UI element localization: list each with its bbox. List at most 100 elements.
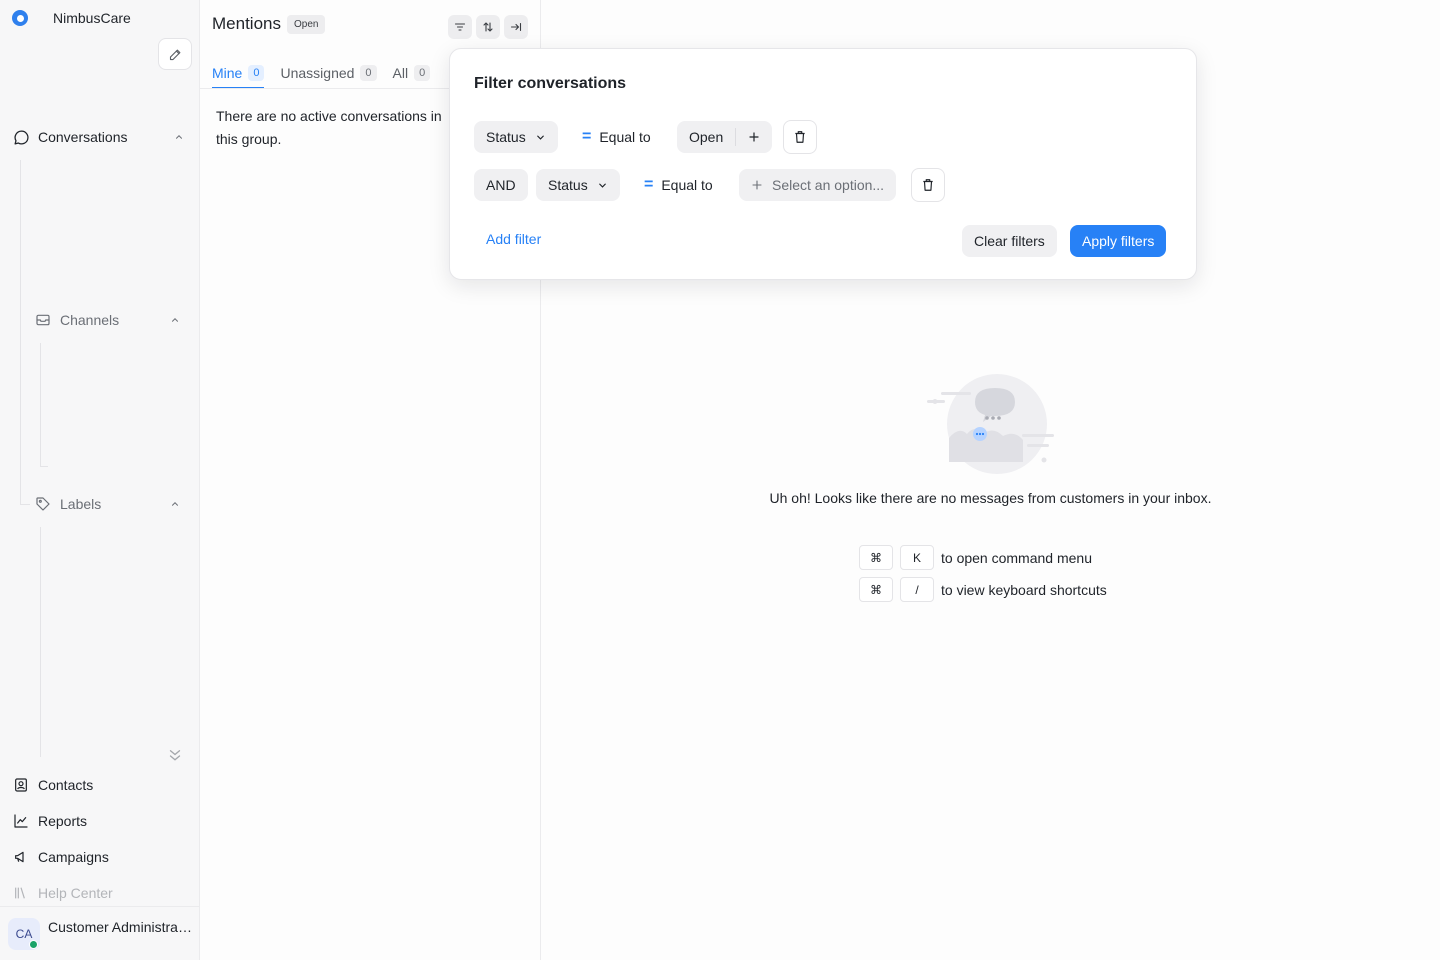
tree-line: [20, 160, 21, 504]
key-cap: /: [900, 577, 934, 602]
status-badge[interactable]: Open: [286, 14, 326, 34]
tree-line: [20, 504, 30, 505]
sidebar-item-reports[interactable]: Reports: [12, 809, 87, 833]
empty-inbox-illustration-icon: [927, 374, 1054, 474]
shortcut-text: to open command menu: [941, 549, 1092, 566]
filter-operator-value: Equal to: [661, 177, 713, 193]
empty-inbox-message: Uh oh! Looks like there are no messages …: [769, 490, 1212, 506]
tab-all[interactable]: All 0: [393, 58, 431, 88]
key-cap: ⌘: [859, 545, 893, 570]
shortcut-row: ⌘ K to open command menu: [859, 545, 1092, 570]
add-filter-button[interactable]: Add filter: [486, 231, 541, 247]
sidebar-item-help-center[interactable]: Help Center: [12, 881, 113, 905]
delete-filter-button[interactable]: [911, 168, 945, 202]
sidebar-item-label: Contacts: [38, 777, 94, 793]
empty-list-text: There are no active conversations in thi…: [216, 108, 442, 147]
arrow-to-right-icon: [510, 22, 522, 32]
user-name: Customer Administrator: [48, 918, 192, 935]
delete-filter-button[interactable]: [783, 120, 817, 154]
chevron-up-icon: [170, 496, 180, 512]
pencil-icon: [169, 49, 180, 60]
filter-button[interactable]: [448, 15, 472, 39]
sidebar-group-channels[interactable]: Channels: [34, 308, 184, 332]
chat-bubble-icon: [12, 128, 30, 146]
equals-icon: =: [644, 176, 654, 193]
filter-attribute-select[interactable]: Status: [536, 169, 620, 201]
tab-mine[interactable]: Mine 0: [212, 58, 265, 89]
tab-count: 0: [414, 65, 431, 81]
chevron-down-icon: [535, 132, 546, 143]
filter-icon: [454, 23, 466, 31]
trash-icon: [923, 179, 933, 191]
sidebar-group-conversations[interactable]: Conversations: [12, 125, 188, 149]
sort-icon: [483, 22, 493, 32]
list-header-actions: [448, 15, 528, 39]
tree-line: [40, 466, 48, 467]
filter-attribute-value: Status: [548, 177, 588, 193]
page-title: Mentions: [212, 14, 281, 33]
filter-conjunction-value: AND: [486, 177, 516, 193]
filter-operator-select[interactable]: = Equal to: [644, 169, 713, 201]
chevron-up-icon: [174, 129, 184, 145]
sidebar: NimbusCare Conversations Channels Labels: [0, 0, 200, 960]
filter-attribute-value: Status: [486, 129, 526, 145]
plus-icon: [751, 179, 763, 191]
tree-line: [40, 343, 41, 466]
sort-button[interactable]: [476, 15, 500, 39]
filter-value-select[interactable]: Select an option...: [739, 169, 897, 201]
chevron-down-icon: [597, 180, 608, 191]
tab-label: All: [392, 65, 409, 81]
filter-value-placeholder: Select an option...: [772, 177, 885, 193]
avatar: CA: [8, 917, 40, 950]
sidebar-item-label: Help Center: [38, 885, 113, 901]
apply-filters-button[interactable]: Apply filters: [1070, 225, 1167, 257]
filter-conjunction-select[interactable]: AND: [474, 169, 528, 201]
filter-value-tag: Open: [689, 129, 724, 145]
online-status-dot: [29, 939, 38, 949]
collapse-panel-button[interactable]: [504, 15, 528, 39]
tab-count: 0: [248, 65, 265, 81]
sidebar-item-contacts[interactable]: Contacts: [12, 773, 93, 797]
brand-logo: [12, 10, 28, 26]
sidebar-group-label: Labels: [60, 496, 102, 512]
tab-unassigned[interactable]: Unassigned 0: [280, 58, 377, 88]
tab-count: 0: [360, 65, 377, 81]
user-menu[interactable]: CA Customer Administrator: [0, 906, 199, 960]
plus-icon[interactable]: [736, 131, 772, 143]
filter-value-select[interactable]: Open: [677, 121, 773, 153]
compose-button[interactable]: [158, 38, 192, 70]
sidebar-item-label: Reports: [38, 813, 88, 829]
popover-title: Filter conversations: [474, 75, 627, 92]
brand-name: NimbusCare: [53, 10, 131, 26]
filter-attribute-select[interactable]: Status: [474, 121, 558, 153]
avatar-initials: CA: [15, 926, 33, 941]
tab-label: Mine: [212, 65, 243, 81]
reports-icon: [12, 812, 30, 830]
trash-icon: [795, 131, 805, 143]
contacts-icon: [12, 776, 30, 794]
assignee-tabs: Mine 0 Unassigned 0 All 0: [212, 58, 431, 89]
key-cap: K: [900, 545, 934, 570]
filter-operator-value: Equal to: [599, 129, 651, 145]
tag-icon: [34, 495, 52, 513]
tab-label: Unassigned: [280, 65, 355, 81]
tree-line: [40, 527, 41, 757]
filter-operator-select[interactable]: = Equal to: [582, 121, 651, 153]
sidebar-group-label: Channels: [60, 312, 120, 328]
campaigns-icon: [12, 848, 30, 866]
key-cap: ⌘: [859, 577, 893, 602]
equals-icon: =: [582, 128, 592, 145]
brand[interactable]: NimbusCare: [12, 8, 131, 28]
sidebar-group-label: Conversations: [38, 129, 128, 145]
double-chevron-down-icon[interactable]: [166, 746, 184, 769]
list-header: Mentions Open: [212, 14, 326, 34]
filter-popover: Filter conversations Status = Equal to O…: [449, 48, 1197, 280]
clear-filters-button[interactable]: Clear filters: [962, 225, 1057, 257]
shortcut-row: ⌘ / to view keyboard shortcuts: [859, 577, 1107, 602]
sidebar-item-label: Campaigns: [38, 849, 109, 865]
sidebar-item-campaigns[interactable]: Campaigns: [12, 845, 109, 869]
inbox-icon: [34, 311, 52, 329]
sidebar-group-labels[interactable]: Labels: [34, 492, 184, 516]
shortcut-text: to view keyboard shortcuts: [941, 581, 1107, 598]
chevron-up-icon: [170, 312, 180, 328]
